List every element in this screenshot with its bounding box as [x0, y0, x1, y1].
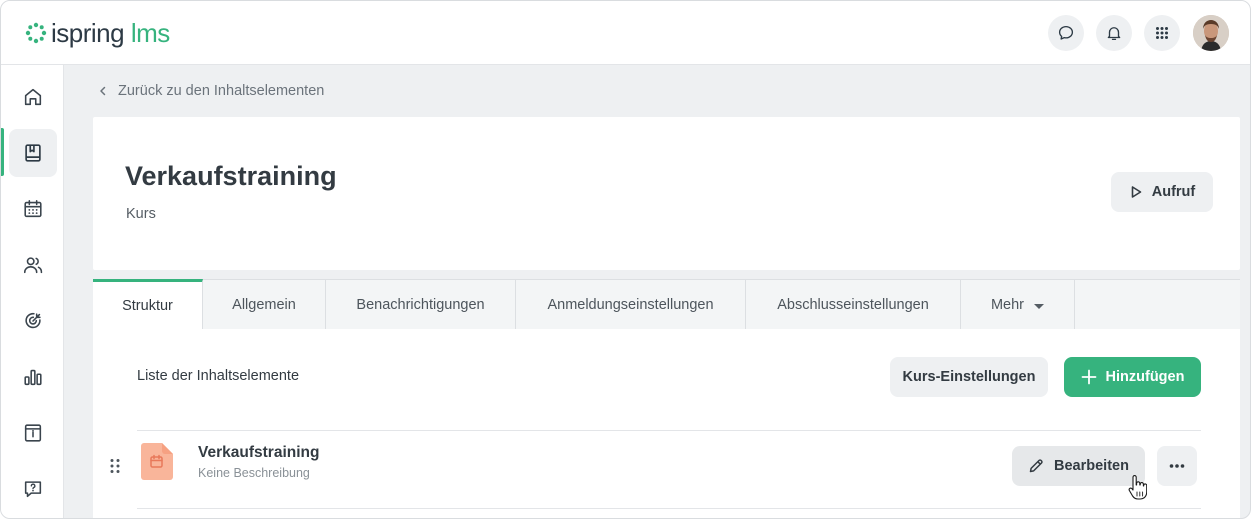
course-header-card: Verkaufstraining Kurs Aufruf	[93, 117, 1240, 270]
calendar-icon	[24, 199, 42, 218]
course-file-icon	[141, 443, 173, 480]
edit-button[interactable]: Bearbeiten	[1012, 446, 1145, 486]
reports-icon	[24, 369, 42, 386]
logo-text: ispring lms	[51, 18, 170, 48]
users-icon	[23, 257, 43, 274]
tab-anmeldungseinstellungen[interactable]: Anmeldungseinstellungen	[516, 279, 746, 329]
hand-cursor-icon	[1128, 475, 1147, 500]
apps-grid-icon	[1156, 27, 1168, 39]
tab-label: Anmeldungseinstellungen	[547, 296, 714, 313]
sidebar-item-help[interactable]	[9, 465, 57, 513]
app-window: ispring lms Zurück zu den Inhaltselement…	[0, 0, 1251, 519]
course-type: Kurs	[126, 206, 156, 222]
tab-allgemein[interactable]: Allgemein	[203, 279, 326, 329]
tab-label: Abschlusseinstellungen	[777, 296, 929, 313]
page-title: Verkaufstraining	[125, 161, 337, 191]
course-panel: Struktur Allgemein Benachrichtigungen An…	[93, 279, 1240, 518]
avatar-image	[1193, 15, 1229, 51]
pencil-icon	[1029, 459, 1043, 473]
content-list-label: Liste der Inhaltselemente	[137, 368, 300, 384]
help-icon	[24, 481, 42, 498]
sidebar-item-catalog[interactable]	[9, 409, 57, 457]
sidebar-item-goals[interactable]	[9, 297, 57, 345]
list-divider	[137, 508, 1201, 509]
course-settings-button-label: Kurs-Einstellungen	[902, 369, 1036, 385]
catalog-icon	[24, 424, 42, 442]
edit-button-label: Bearbeiten	[1054, 458, 1129, 474]
sidebar-item-home[interactable]	[9, 73, 57, 121]
back-link[interactable]: Zurück zu den Inhaltselementen	[97, 81, 324, 101]
chat-icon	[1058, 25, 1074, 40]
user-avatar[interactable]	[1193, 15, 1229, 51]
tab-label: Allgemein	[232, 296, 296, 313]
tab-benachrichtigungen[interactable]: Benachrichtigungen	[326, 279, 516, 329]
drag-handle-icon[interactable]	[109, 458, 121, 474]
tab-bar: Struktur Allgemein Benachrichtigungen An…	[93, 279, 1240, 329]
list-divider	[137, 430, 1201, 431]
logo-text-part2: lms	[130, 18, 170, 48]
active-indicator	[1, 128, 4, 176]
top-header: ispring lms	[1, 1, 1250, 65]
launch-button-label: Aufruf	[1151, 184, 1196, 200]
tab-label: Mehr	[990, 296, 1025, 313]
sidebar-item-reports[interactable]	[9, 353, 57, 401]
sidebar-item-content[interactable]	[9, 129, 57, 177]
play-icon	[1131, 186, 1142, 198]
content-book-icon	[25, 144, 41, 162]
course-settings-button[interactable]: Kurs-Einstellungen	[890, 357, 1048, 397]
list-item-description: Keine Beschreibung	[198, 466, 310, 480]
tab-label: Struktur	[122, 297, 173, 314]
apps-button[interactable]	[1144, 15, 1180, 51]
bell-icon	[1107, 27, 1121, 41]
tab-struktur[interactable]: Struktur	[93, 279, 203, 329]
tab-bar-filler	[1075, 279, 1240, 329]
add-button[interactable]: Hinzufügen	[1064, 357, 1201, 397]
logo-text-part1: ispring	[51, 18, 125, 48]
sidebar-item-calendar[interactable]	[9, 185, 57, 233]
notifications-button[interactable]	[1096, 15, 1132, 51]
sidebar-item-users[interactable]	[9, 241, 57, 289]
logo-icon	[25, 22, 47, 44]
more-actions-button[interactable]	[1157, 446, 1197, 486]
add-button-label: Hinzufügen	[1105, 369, 1185, 385]
back-link-label: Zurück zu den Inhaltselementen	[118, 83, 325, 99]
goals-icon	[25, 312, 41, 329]
sidebar	[1, 65, 64, 518]
tab-mehr[interactable]: Mehr	[961, 279, 1075, 329]
chevron-left-icon	[100, 86, 106, 96]
more-dots-icon	[1169, 464, 1185, 468]
ispring-logo[interactable]: ispring lms	[25, 18, 170, 48]
tab-abschlusseinstellungen[interactable]: Abschlusseinstellungen	[746, 279, 961, 329]
chat-button[interactable]	[1048, 15, 1084, 51]
plus-icon	[1081, 369, 1096, 385]
caret-down-icon	[1034, 304, 1045, 309]
tab-label: Benachrichtigungen	[356, 296, 485, 313]
list-item-title[interactable]: Verkaufstraining	[198, 444, 319, 462]
launch-button[interactable]: Aufruf	[1111, 172, 1213, 212]
home-icon	[24, 88, 42, 106]
